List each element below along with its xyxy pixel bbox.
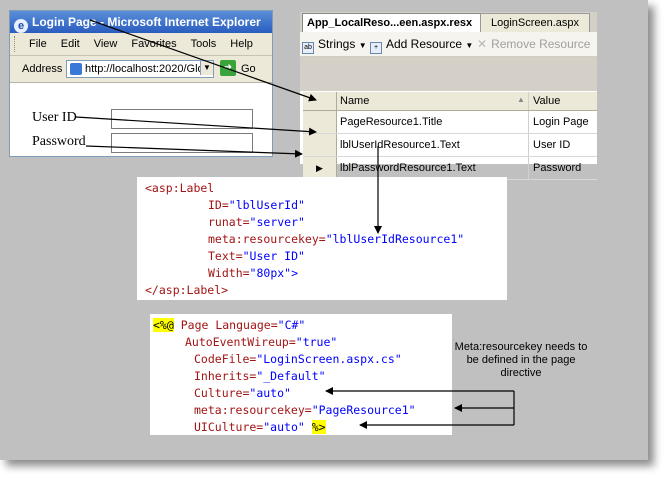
resource-value[interactable]: Password [528, 157, 581, 179]
menu-view[interactable]: View [87, 33, 125, 55]
remove-icon: ✕ [477, 37, 488, 51]
page-directive-code: <%@ Page Language="C#" AutoEventWireup="… [150, 314, 452, 435]
user-id-input[interactable] [111, 109, 253, 129]
resource-name[interactable]: lblUserIdResource1.Text [340, 134, 460, 156]
browser-page: User ID Password [16, 88, 268, 154]
page-icon [70, 63, 82, 75]
browser-window: e Login Page - Microsoft Internet Explore… [9, 10, 273, 157]
strings-icon: ab [302, 42, 314, 54]
code-value: "lblUserIdResource1" [325, 232, 465, 246]
address-input[interactable]: http://localhost:2020/Glo [66, 60, 214, 78]
menu-tools[interactable]: Tools [184, 33, 224, 55]
browser-title-bar: e Login Page - Microsoft Internet Explore… [10, 11, 272, 33]
toolbar-grip-icon [14, 36, 18, 52]
code-value: "true" [295, 335, 338, 349]
address-label: Address [22, 63, 63, 75]
row-selector[interactable]: ▶ [303, 157, 337, 179]
go-button[interactable]: Go [241, 63, 256, 75]
strings-label: Strings [318, 37, 356, 51]
add-resource-label: Add Resource [386, 37, 463, 51]
menu-edit[interactable]: Edit [54, 33, 87, 55]
directive-close: %> [311, 420, 326, 434]
resource-value[interactable]: Login Page [528, 111, 589, 133]
code-attr: AutoEventWireup= [185, 335, 296, 349]
resource-name[interactable]: lblPasswordResource1.Text [340, 157, 476, 179]
editor-blank-area [300, 57, 597, 91]
label-close-tag: </asp:Label> [145, 283, 229, 297]
remove-resource-label: Remove Resource [491, 37, 591, 51]
table-row[interactable]: lblUserIdResource1.Text User ID [303, 134, 597, 157]
code-attr: meta:resourcekey= [194, 403, 312, 417]
code-attr: ID= [208, 198, 229, 212]
column-value-header[interactable]: Value [528, 92, 560, 110]
password-label: Password [32, 134, 86, 149]
chevron-down-icon: ▼ [358, 41, 367, 50]
code-value: "server" [249, 215, 305, 229]
go-arrow-icon[interactable]: ➜ [220, 60, 236, 76]
code-attr: Culture= [194, 386, 250, 400]
annotation-note: Meta:resourcekey needs to be defined in … [454, 341, 588, 379]
code-value: "auto" [263, 420, 305, 434]
editor-tab-strip: App_LocalReso...een.aspx.resx LoginScree… [300, 12, 597, 33]
user-id-label: User ID [32, 110, 77, 125]
row-selector[interactable] [303, 134, 337, 156]
browser-menu-bar: File Edit View Favorites Tools Help [10, 33, 272, 56]
directive-open: <%@ [153, 318, 174, 332]
menu-favorites[interactable]: Favorites [124, 33, 183, 55]
code-value: "_Default" [256, 369, 326, 383]
code-attr: CodeFile= [194, 352, 257, 366]
menu-file[interactable]: File [22, 33, 54, 55]
code-value: "User ID" [242, 249, 305, 263]
code-attr: Width= [208, 266, 250, 280]
row-selector[interactable] [303, 111, 337, 133]
current-row-icon: ▶ [316, 163, 323, 173]
browser-title: Login Page - Microsoft Internet Explorer [32, 15, 261, 29]
code-value: "C#" [277, 318, 306, 332]
code-value: "LoginScreen.aspx.cs" [256, 352, 402, 366]
code-attr: Text= [208, 249, 243, 263]
code-attr: runat= [208, 215, 250, 229]
header-selector [303, 92, 337, 110]
table-row[interactable]: PageResource1.Title Login Page [303, 111, 597, 134]
code-attr: UICulture= [194, 420, 264, 434]
address-url: http://localhost:2020/Glo [85, 63, 204, 75]
resource-value[interactable]: User ID [528, 134, 570, 156]
password-input[interactable] [111, 133, 253, 153]
label-open-tag: <asp:Label [145, 181, 215, 195]
label-markup-code: <asp:Label ID="lblUserId" runat="server"… [137, 177, 507, 300]
address-bar: Address http://localhost:2020/Glo ▼ ➜ Go [10, 56, 272, 83]
column-name-header[interactable]: Name [340, 92, 369, 110]
code-value: "PageResource1" [311, 403, 416, 417]
chevron-down-icon: ▼ [465, 41, 474, 50]
code-value: "auto" [249, 386, 291, 400]
code-attr: Page Language= [180, 318, 278, 332]
strings-dropdown[interactable]: ab Strings ▼ [302, 32, 367, 58]
code-attr: Inherits= [194, 369, 257, 383]
code-attr: meta:resourcekey= [208, 232, 326, 246]
menu-help[interactable]: Help [223, 33, 260, 55]
code-value: "lblUserId" [228, 198, 305, 212]
resource-name[interactable]: PageResource1.Title [340, 111, 442, 133]
add-resource-button[interactable]: + Add Resource ▼ [370, 32, 473, 58]
grid-header: Name ▲ Value [303, 92, 597, 111]
address-dropdown-icon[interactable]: ▼ [200, 61, 213, 75]
resource-grid: Name ▲ Value PageResource1.Title Login P… [303, 92, 597, 180]
sort-ascending-icon: ▲ [517, 95, 525, 104]
remove-resource-button[interactable]: ✕ Remove Resource [477, 32, 590, 56]
code-value: "80px"> [249, 266, 299, 280]
tab-resx[interactable]: App_LocalReso...een.aspx.resx [302, 13, 488, 32]
tab-loginscreen[interactable]: LoginScreen.aspx [480, 13, 590, 33]
ie-logo-icon: e [14, 19, 28, 33]
resource-toolbar: ab Strings ▼ + Add Resource ▼ ✕ Remove Reso… [300, 32, 597, 57]
resource-editor: App_LocalReso...een.aspx.resx LoginScree… [300, 12, 597, 180]
add-resource-icon: + [370, 42, 382, 54]
